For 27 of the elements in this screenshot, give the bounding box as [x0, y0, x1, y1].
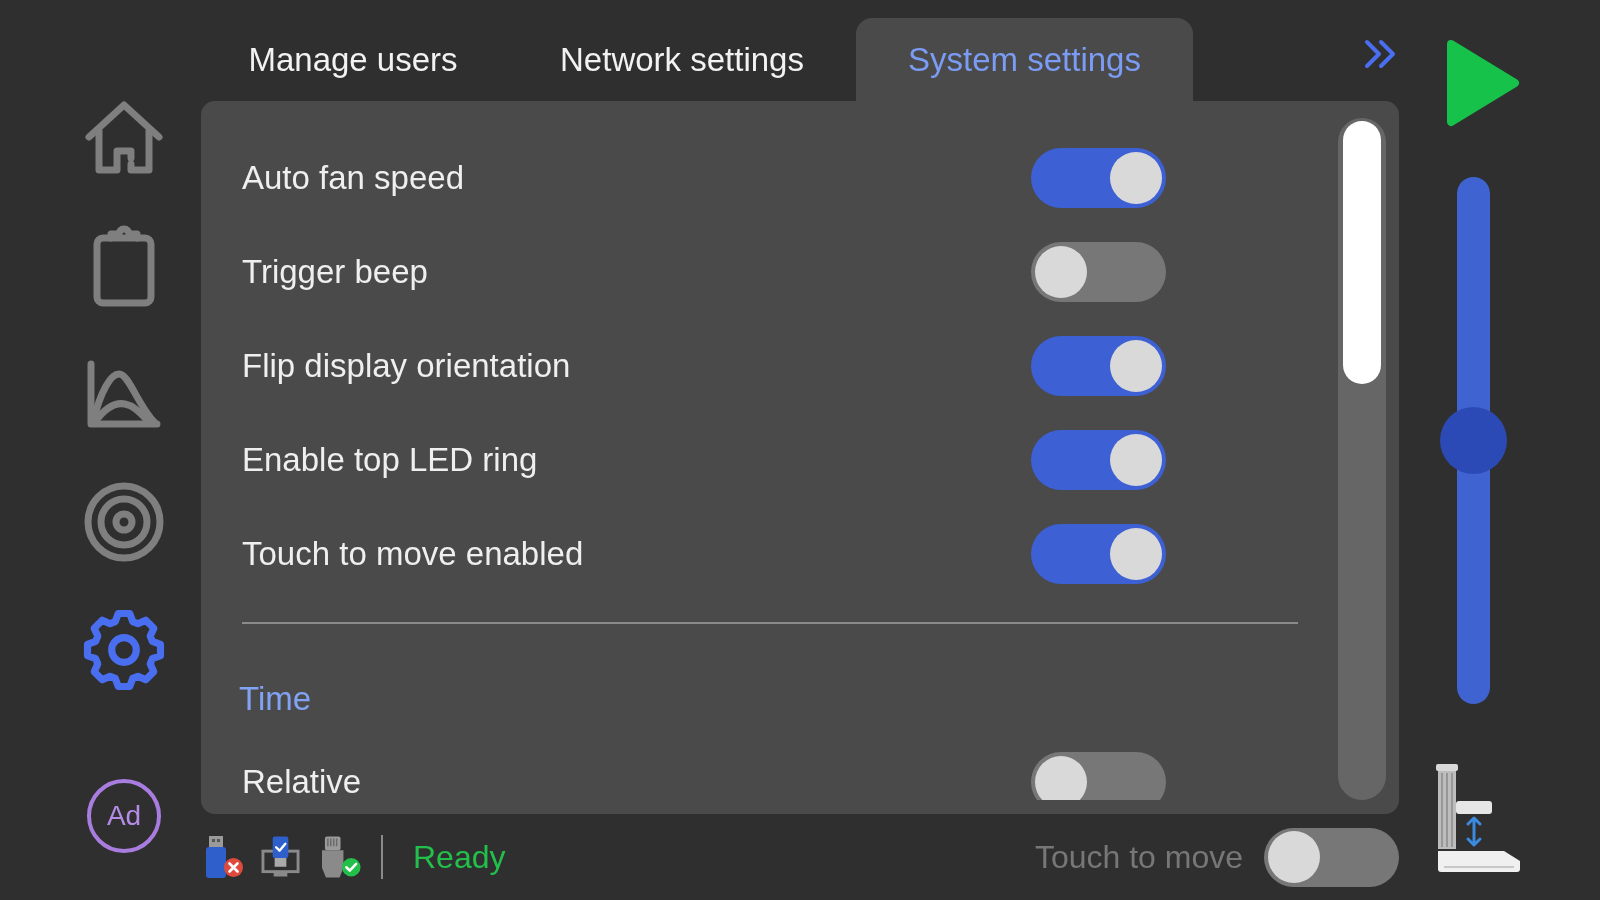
- status-text: Ready: [413, 838, 506, 877]
- toggle-switch[interactable]: [1031, 148, 1166, 208]
- setting-label: Enable top LED ring: [242, 443, 538, 477]
- setting-label: Relative: [242, 765, 362, 799]
- stage-icon: [1434, 763, 1523, 873]
- chart-icon[interactable]: [87, 360, 161, 428]
- tab[interactable]: Manage users: [201, 18, 505, 101]
- play-icon[interactable]: [1446, 39, 1520, 127]
- toggle-switch[interactable]: [1031, 336, 1166, 396]
- toggle-switch[interactable]: [1031, 430, 1166, 490]
- target-icon[interactable]: [84, 481, 164, 563]
- settings-icon[interactable]: [83, 609, 165, 691]
- scrollbar-thumb[interactable]: [1343, 121, 1381, 384]
- toggle-switch[interactable]: [1031, 242, 1166, 302]
- setting-label: Touch to move enabled: [242, 537, 584, 571]
- avatar-button[interactable]: Ad: [87, 779, 161, 853]
- setting-label: Auto fan speed: [242, 161, 464, 195]
- clipboard-icon[interactable]: [93, 225, 155, 307]
- setting-label: Flip display orientation: [242, 349, 571, 383]
- toggle-switch[interactable]: [1031, 524, 1166, 584]
- tab[interactable]: Network settings: [509, 18, 855, 101]
- scrollbar-track[interactable]: [1338, 118, 1386, 800]
- toggle-switch[interactable]: [1031, 752, 1166, 800]
- toggle-label: Touch to move: [1034, 838, 1243, 877]
- section-heading: Time: [239, 679, 312, 719]
- home-icon[interactable]: [84, 100, 164, 176]
- setting-label: Trigger beep: [242, 255, 428, 289]
